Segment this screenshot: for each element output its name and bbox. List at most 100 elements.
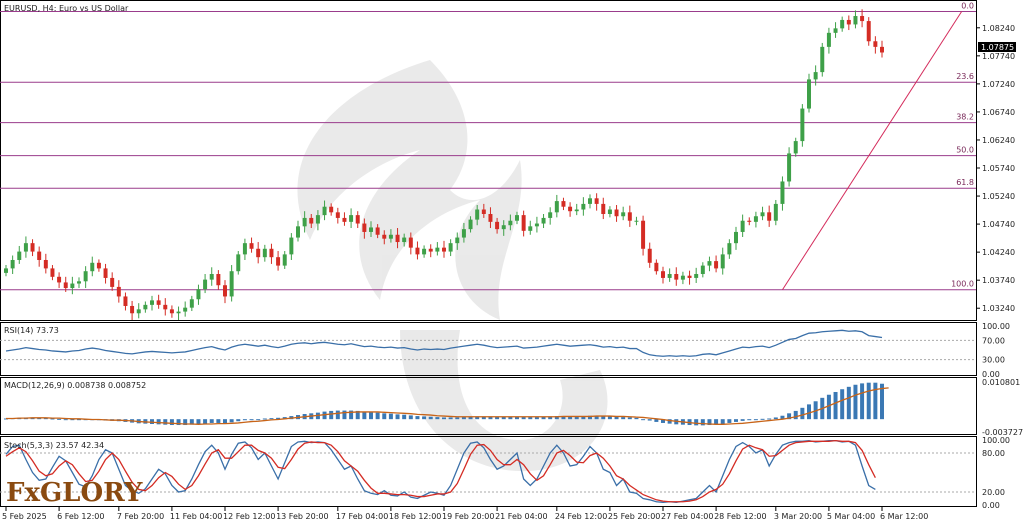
candle-body-121 [807, 79, 811, 109]
price-tick-9: 1.03740 [982, 276, 1015, 285]
chart-title: EURUSD, H4: Euro vs US Dollar [4, 4, 129, 13]
macd-bar-113 [753, 419, 758, 421]
candle-body-94 [627, 212, 632, 221]
candle-body-107 [714, 261, 719, 269]
macd-bar-51 [342, 410, 347, 420]
candle-body-16 [110, 277, 115, 287]
candle-body-42 [282, 254, 287, 266]
candle-body-41 [276, 257, 281, 266]
macd-bar-128 [853, 384, 858, 420]
candle-body-109 [727, 243, 732, 255]
candle-body-30 [203, 279, 208, 290]
candle-body-20 [136, 309, 141, 314]
macd-bar-111 [740, 419, 745, 421]
candle-body-44 [296, 226, 300, 238]
macd-bar-125 [833, 391, 838, 420]
candle-body-79 [528, 226, 533, 231]
macd-bar-104 [694, 419, 699, 426]
candle-body-33 [223, 285, 227, 297]
candle-body-127 [846, 19, 851, 25]
watermark-flame-logo [297, 60, 608, 472]
macd-bar-34 [229, 419, 234, 423]
macd-bar-105 [700, 419, 705, 426]
macd-bar-39 [262, 418, 267, 420]
macd-bar-61 [408, 415, 413, 420]
candle-body-75 [501, 225, 506, 230]
x-tick-2: 7 Feb 20:00 [117, 512, 164, 521]
candle-body-103 [687, 275, 692, 278]
macd-bar-115 [767, 418, 772, 420]
fib-label-5: 100.0 [951, 280, 974, 289]
price-tick-8: 1.04240 [982, 248, 1015, 257]
candle-body-52 [349, 215, 354, 222]
x-tick-16: 6 Mar 12:00 [880, 512, 928, 521]
candle-body-72 [481, 209, 486, 214]
macd-bar-23 [156, 419, 161, 425]
x-tick-6: 17 Feb 04:00 [336, 512, 388, 521]
macd-bar-56 [375, 412, 380, 420]
candle-body-62 [415, 247, 420, 255]
macd-bar-54 [362, 411, 367, 420]
candle-body-12 [83, 271, 88, 282]
macd-bar-121 [807, 404, 811, 420]
x-tick-8: 19 Feb 20:00 [442, 512, 494, 521]
candle-body-110 [734, 231, 738, 244]
price-tick-1: 1.07740 [982, 52, 1015, 61]
macd-bar-62 [415, 416, 420, 420]
macd-bar-9 [63, 419, 68, 421]
time-axis: 5 Feb 2025 6 Feb 12:00 7 Feb 20:00 11 Feb 0… [2, 507, 928, 521]
macd-level-0: 0.010801 [982, 378, 1020, 387]
candle-body-90 [601, 203, 606, 214]
candle-body-84 [561, 201, 566, 207]
candle-body-0 [4, 268, 8, 273]
macd-bar-92 [614, 416, 619, 420]
candle-body-69 [461, 229, 466, 238]
candle-body-73 [488, 214, 493, 222]
candle-body-24 [163, 304, 168, 310]
candle-body-35 [236, 254, 241, 272]
macd-bar-59 [395, 414, 400, 420]
macd-bar-129 [860, 383, 865, 420]
x-tick-9: 21 Feb 04:00 [495, 512, 547, 521]
x-tick-4: 12 Feb 12:00 [223, 512, 275, 521]
candle-body-49 [329, 206, 334, 213]
candle-body-37 [249, 243, 254, 249]
fib-label-4: 61.8 [956, 178, 974, 187]
x-tick-10: 24 Feb 12:00 [555, 512, 607, 521]
x-tick-12: 27 Feb 04:00 [661, 512, 713, 521]
candle-body-113 [753, 216, 758, 222]
current-price-tag: 1.07875 [978, 42, 1016, 52]
price-tick-5: 1.05740 [982, 164, 1015, 173]
macd-bar-67 [448, 417, 453, 420]
macd-bar-8 [57, 418, 62, 420]
candle-body-81 [541, 217, 546, 224]
macd-bar-33 [223, 419, 227, 424]
macd-bar-119 [793, 410, 798, 420]
candle-body-19 [130, 305, 135, 314]
macd-bar-31 [209, 419, 214, 423]
candle-body-46 [309, 217, 314, 224]
candle-body-97 [647, 248, 652, 263]
macd-bar-57 [382, 413, 387, 420]
price-tick-0: 1.08240 [982, 24, 1015, 33]
candle-body-88 [588, 198, 592, 204]
candle-body-112 [747, 220, 752, 222]
macd-bar-95 [634, 417, 639, 420]
macd-bar-40 [269, 418, 274, 420]
candle-body-59 [395, 234, 400, 243]
candle-body-3 [23, 243, 28, 252]
candle-body-104 [694, 274, 699, 278]
macd-bar-35 [236, 419, 241, 422]
candle-body-101 [674, 274, 679, 280]
candle-body-123 [820, 46, 825, 73]
candle-body-7 [50, 268, 55, 277]
candle-body-43 [289, 237, 294, 255]
candle-body-25 [169, 309, 174, 314]
candle-body-96 [641, 220, 646, 249]
rsi-indicator: 100.0070.0030.000.00 [0, 322, 1010, 379]
x-tick-5: 13 Feb 20:00 [276, 512, 328, 521]
candle-body-13 [90, 262, 95, 272]
candle-body-119 [793, 141, 798, 154]
macd-bar-38 [256, 419, 261, 421]
candle-body-48 [322, 206, 327, 216]
